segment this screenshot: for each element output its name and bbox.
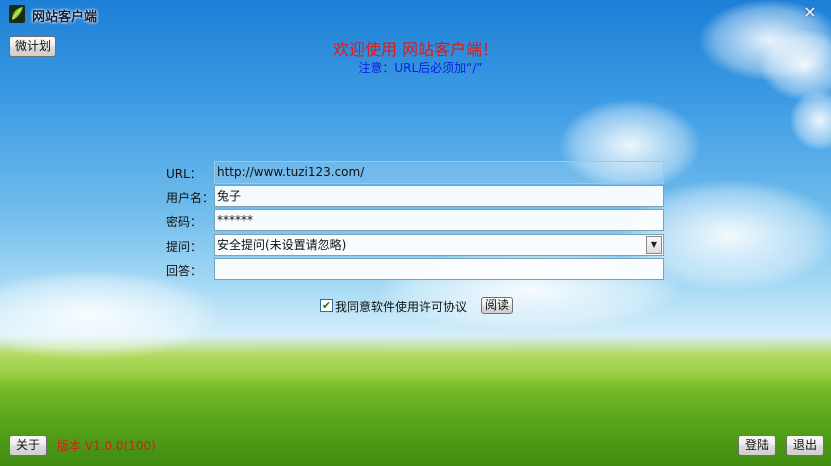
window-title: 网站客户端 bbox=[32, 10, 98, 25]
url-label: URL： bbox=[166, 167, 202, 181]
password-input[interactable]: ****** bbox=[214, 209, 664, 231]
url-notice: 注意：URL后必须加“/” bbox=[358, 61, 483, 75]
answer-label: 回答： bbox=[166, 264, 203, 278]
chevron-down-icon[interactable]: ▼ bbox=[646, 236, 662, 254]
about-button[interactable]: 关于 bbox=[9, 435, 47, 456]
title-bar[interactable]: 网站客户端 × bbox=[0, 0, 831, 28]
answer-input[interactable] bbox=[214, 258, 664, 280]
close-icon[interactable]: × bbox=[798, 2, 822, 22]
question-label: 提问： bbox=[166, 240, 203, 254]
check-icon: ✔ bbox=[321, 299, 332, 312]
version-label: 版本 V1.0.0(100) bbox=[57, 439, 156, 453]
password-label: 密码： bbox=[166, 215, 203, 229]
read-license-button[interactable]: 阅读 bbox=[481, 297, 513, 314]
cloud bbox=[0, 270, 220, 360]
welcome-heading: 欢迎使用 网站客户端！ bbox=[332, 40, 499, 59]
leaf-icon bbox=[9, 5, 25, 23]
username-label: 用户名： bbox=[166, 191, 215, 205]
username-input[interactable]: 兔子 bbox=[214, 185, 664, 207]
agree-checkbox[interactable]: ✔ bbox=[320, 299, 333, 312]
agree-label[interactable]: 我同意软件使用许可协议 bbox=[335, 298, 467, 315]
url-value: http://www.tuzi123.com/ bbox=[217, 165, 365, 179]
question-select[interactable]: 安全提问(未设置请忽略) ▼ bbox=[214, 234, 664, 256]
exit-button[interactable]: 退出 bbox=[786, 435, 824, 456]
question-value: 安全提问(未设置请忽略) bbox=[217, 238, 347, 252]
horizon bbox=[0, 348, 831, 388]
login-button[interactable]: 登陆 bbox=[738, 435, 776, 456]
